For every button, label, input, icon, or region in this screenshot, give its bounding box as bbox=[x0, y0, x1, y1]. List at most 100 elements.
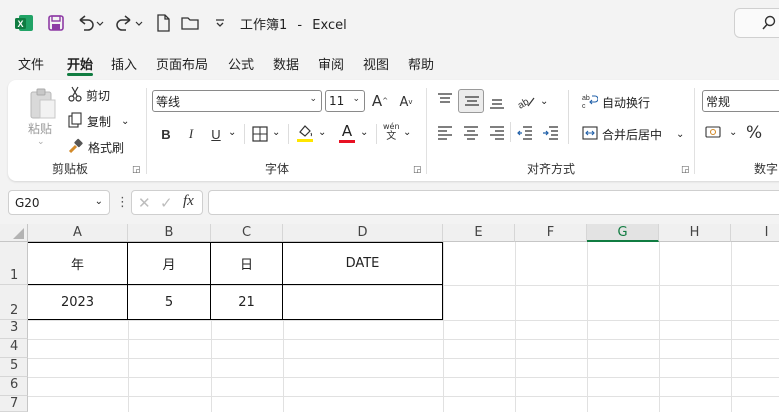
phonetic-guide-button[interactable]: wén 文 bbox=[383, 122, 400, 142]
row-header-5[interactable]: 5 bbox=[0, 358, 28, 377]
cell-c2[interactable]: 21 bbox=[211, 285, 282, 319]
align-right-icon[interactable] bbox=[488, 124, 506, 143]
cut-button[interactable]: 剪切 bbox=[68, 86, 110, 105]
phonetic-dropdown-icon[interactable]: ⌄ bbox=[403, 127, 411, 138]
column-header-e[interactable]: E bbox=[443, 224, 515, 242]
align-top-icon[interactable] bbox=[436, 92, 454, 111]
paste-label[interactable]: 粘贴 bbox=[28, 120, 52, 137]
cell-a2[interactable]: 2023 bbox=[28, 285, 127, 319]
search-box[interactable] bbox=[734, 8, 779, 38]
font-name-combo[interactable]: 等线 ⌄ bbox=[152, 90, 322, 112]
decrease-font-size-icon[interactable]: Av bbox=[395, 91, 417, 113]
cell-b2[interactable]: 5 bbox=[128, 285, 210, 319]
column-header-i[interactable]: I bbox=[731, 224, 779, 242]
align-middle-button[interactable] bbox=[458, 89, 484, 113]
gridline bbox=[28, 320, 779, 321]
increase-font-size-icon[interactable]: A ^ bbox=[369, 90, 391, 112]
format-painter-button[interactable]: 格式刷 bbox=[68, 138, 124, 157]
menu-page-layout[interactable]: 页面布局 bbox=[156, 54, 208, 73]
menu-file[interactable]: 文件 bbox=[18, 54, 44, 73]
row-header-3[interactable]: 3 bbox=[0, 320, 28, 339]
ribbon-separator bbox=[510, 122, 511, 142]
menu-view[interactable]: 视图 bbox=[363, 54, 389, 73]
cell-d2[interactable] bbox=[283, 285, 442, 319]
menu-formulas[interactable]: 公式 bbox=[228, 54, 254, 73]
bold-button[interactable]: B bbox=[155, 123, 177, 145]
name-box-value: G20 bbox=[15, 195, 40, 210]
align-center-icon[interactable] bbox=[462, 124, 480, 143]
customize-qat-icon[interactable] bbox=[212, 13, 228, 33]
menu-help[interactable]: 帮助 bbox=[408, 54, 434, 73]
font-launcher-icon[interactable]: ◲ bbox=[413, 165, 422, 175]
copy-dropdown-icon[interactable]: ⌄ bbox=[121, 116, 129, 127]
accounting-dropdown-icon[interactable]: ⌄ bbox=[729, 127, 737, 138]
font-color-button[interactable]: A bbox=[338, 122, 356, 144]
row-header-2[interactable]: 2 bbox=[0, 285, 28, 320]
redo-icon[interactable] bbox=[114, 13, 144, 33]
paste-dropdown-icon[interactable]: ⌄ bbox=[37, 137, 45, 147]
number-format-combo[interactable]: 常规 bbox=[702, 90, 779, 112]
column-header-h[interactable]: H bbox=[659, 224, 731, 242]
merge-center-icon bbox=[582, 125, 598, 144]
borders-dropdown-icon[interactable]: ⌄ bbox=[272, 127, 280, 138]
number-format-value: 常规 bbox=[706, 94, 731, 109]
alignment-launcher-icon[interactable]: ◲ bbox=[681, 165, 690, 175]
new-file-icon[interactable] bbox=[155, 13, 171, 33]
enter-icon[interactable]: ✓ bbox=[160, 194, 173, 212]
paste-icon[interactable] bbox=[27, 87, 59, 121]
orientation-dropdown-icon[interactable]: ⌄ bbox=[540, 96, 548, 107]
clipboard-launcher-icon[interactable]: ◲ bbox=[132, 165, 141, 175]
copy-button[interactable]: 复制 ⌄ bbox=[68, 112, 129, 131]
underline-button[interactable]: U bbox=[205, 123, 227, 145]
menu-review[interactable]: 审阅 bbox=[318, 54, 344, 73]
underline-dropdown-icon[interactable]: ⌄ bbox=[228, 127, 236, 138]
accounting-format-icon[interactable] bbox=[705, 124, 725, 143]
column-header-a[interactable]: A bbox=[28, 224, 128, 242]
open-folder-icon[interactable] bbox=[181, 13, 201, 33]
name-box[interactable]: G20 ⌄ bbox=[8, 190, 110, 215]
clipboard-group-label: 剪贴板 bbox=[52, 162, 89, 176]
cell-a1[interactable]: 年 bbox=[28, 243, 127, 284]
wrap-text-button[interactable]: ab c 自动换行 bbox=[582, 93, 650, 112]
gridline bbox=[211, 320, 212, 412]
percent-style-button[interactable]: % bbox=[746, 123, 762, 143]
align-left-icon[interactable] bbox=[436, 124, 454, 143]
merge-center-button[interactable]: 合并后居中 ⌄ bbox=[582, 125, 684, 144]
increase-indent-icon[interactable] bbox=[542, 124, 560, 143]
save-icon[interactable] bbox=[46, 13, 66, 33]
menu-data[interactable]: 数据 bbox=[273, 54, 299, 73]
align-bottom-icon[interactable] bbox=[488, 94, 506, 113]
column-header-g[interactable]: G bbox=[587, 224, 659, 242]
borders-icon[interactable] bbox=[251, 125, 269, 146]
merge-dropdown-icon[interactable]: ⌄ bbox=[676, 129, 684, 140]
row-header-4[interactable]: 4 bbox=[0, 339, 28, 358]
fill-color-dropdown-icon[interactable]: ⌄ bbox=[318, 127, 326, 138]
column-header-d[interactable]: D bbox=[283, 224, 443, 242]
column-header-c[interactable]: C bbox=[211, 224, 283, 242]
select-all-button[interactable] bbox=[0, 224, 28, 242]
orientation-icon[interactable]: ab bbox=[516, 92, 536, 113]
italic-button[interactable]: I bbox=[180, 123, 202, 145]
insert-function-button[interactable]: fx bbox=[183, 193, 194, 210]
svg-text:c: c bbox=[582, 103, 586, 109]
ribbon-separator bbox=[694, 88, 695, 174]
menu-insert[interactable]: 插入 bbox=[111, 54, 137, 73]
column-header-f[interactable]: F bbox=[515, 224, 587, 242]
row-header-7[interactable]: 7 bbox=[0, 396, 28, 412]
cancel-icon[interactable]: ✕ bbox=[138, 194, 151, 212]
formula-input[interactable] bbox=[208, 190, 779, 215]
font-size-combo[interactable]: 11 ⌄ bbox=[325, 90, 365, 112]
cell-b1[interactable]: 月 bbox=[128, 243, 210, 284]
decrease-indent-icon[interactable] bbox=[516, 124, 534, 143]
cell-d1[interactable]: DATE bbox=[283, 243, 442, 284]
undo-icon[interactable] bbox=[76, 13, 104, 33]
gridline bbox=[28, 358, 779, 359]
fill-color-icon[interactable] bbox=[296, 123, 314, 146]
column-header-b[interactable]: B bbox=[128, 224, 211, 242]
row-header-1[interactable]: 1 bbox=[0, 242, 28, 285]
row-header-6[interactable]: 6 bbox=[0, 377, 28, 396]
cell-c1[interactable]: 日 bbox=[211, 243, 282, 284]
more-options-icon[interactable]: ⋮ bbox=[116, 195, 129, 210]
font-color-dropdown-icon[interactable]: ⌄ bbox=[360, 127, 368, 138]
menu-home[interactable]: 开始 bbox=[67, 54, 93, 73]
